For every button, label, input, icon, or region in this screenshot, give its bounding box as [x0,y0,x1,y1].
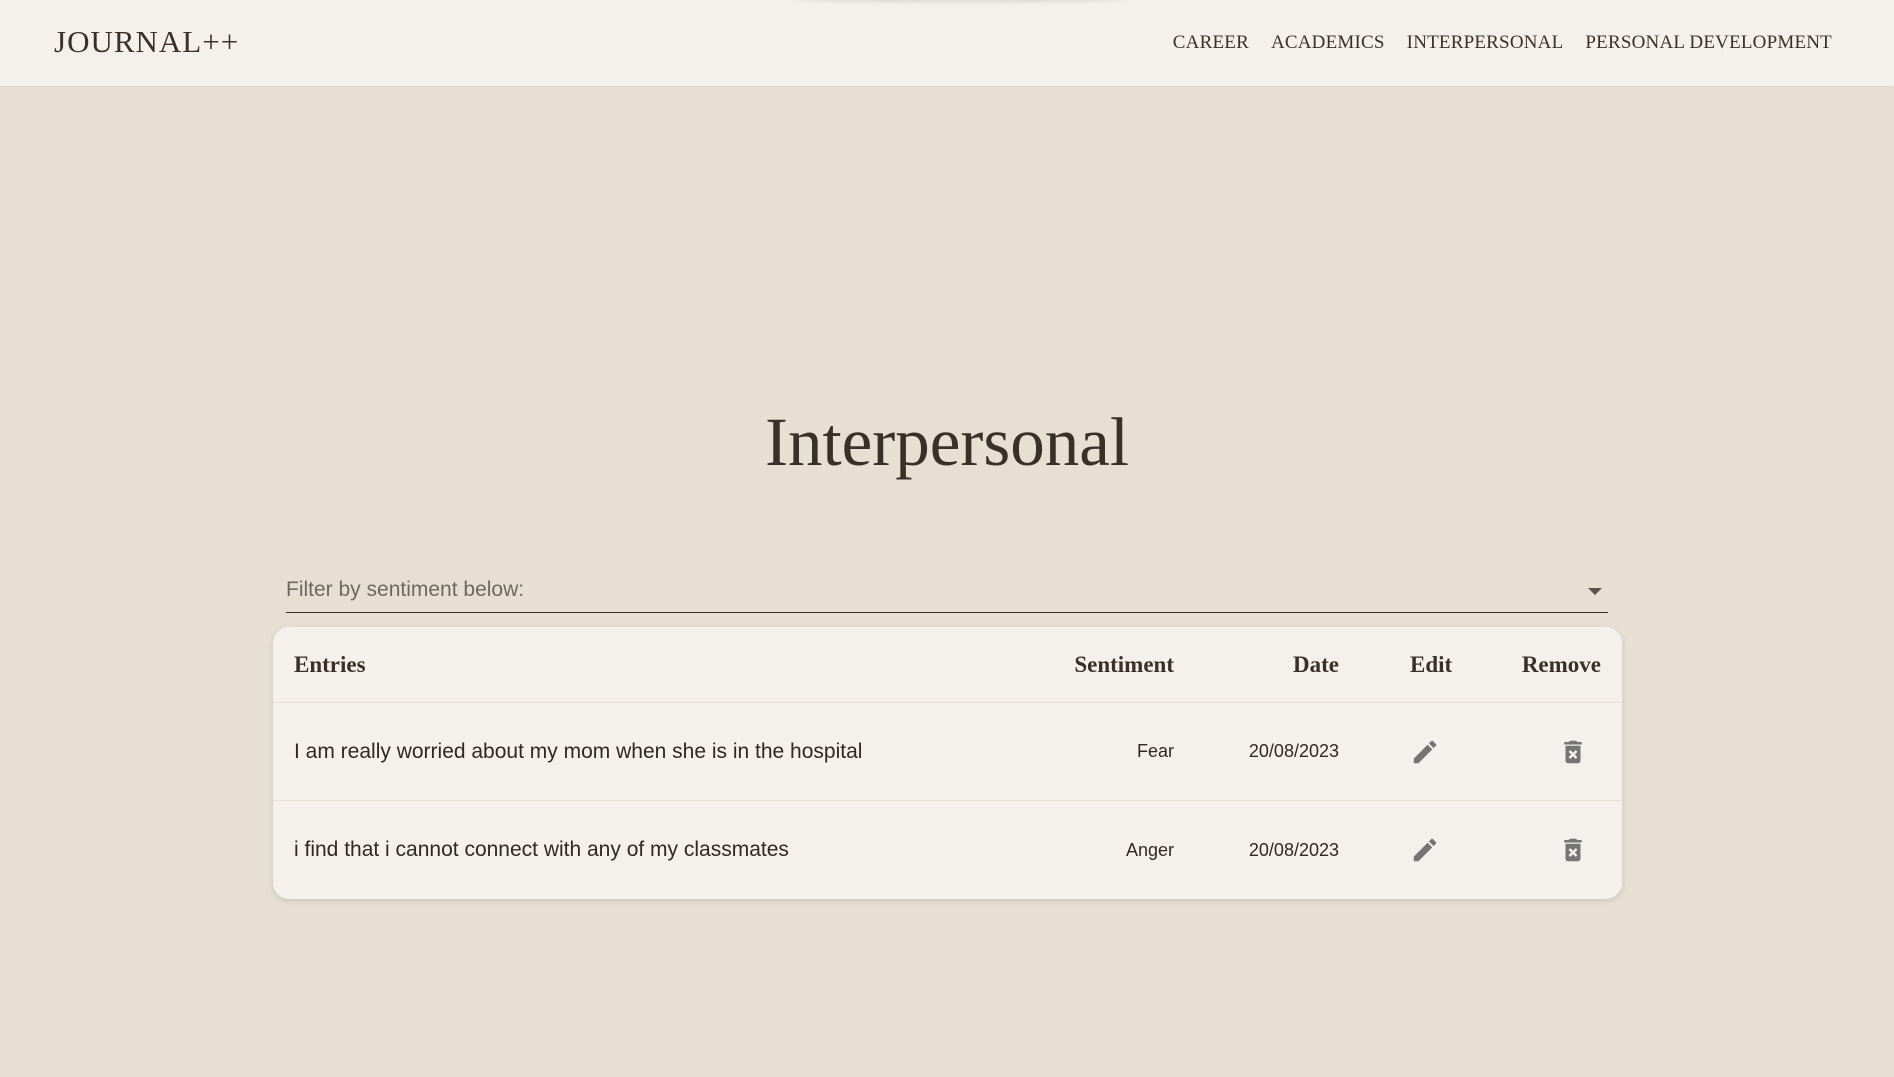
entry-date: 20/08/2023 [1248,741,1339,761]
entry-sentiment: Anger [1125,839,1174,860]
header-date: Date [1293,651,1339,677]
nav-item-personal-development[interactable]: PERSONAL DEVELOPMENT [1585,32,1832,54]
entries-table: Entries Sentiment Date Edit Remove I am … [273,627,1622,899]
sentiment-filter-label: Filter by sentiment below: [286,578,525,601]
trash-icon[interactable] [1558,835,1588,865]
caret-down-icon[interactable] [1588,588,1602,595]
page-title: Interpersonal [764,404,1129,480]
entry-text: i find that i cannot connect with any of… [294,838,789,861]
header-sentiment: Sentiment [1074,651,1174,677]
brand-logo[interactable]: JOURNAL++ [54,24,239,60]
entry-text: I am really worried about my mom when sh… [294,739,863,763]
header-edit: Edit [1410,651,1453,677]
entry-date: 20/08/2023 [1248,839,1339,860]
navbar-shadow-decoration [790,0,1130,2]
header-entries: Entries [294,651,366,677]
pencil-icon[interactable] [1410,737,1440,767]
sentiment-filter-select[interactable]: Filter by sentiment below: [286,574,1608,613]
trash-icon[interactable] [1558,737,1588,767]
entry-sentiment: Fear [1136,741,1174,761]
header-remove: Remove [1521,651,1601,677]
nav-item-interpersonal[interactable]: INTERPERSONAL [1407,32,1564,54]
pencil-icon[interactable] [1410,835,1440,865]
table-row: i find that i cannot connect with any of… [273,801,1622,899]
top-navbar: JOURNAL++ CAREER ACADEMICS INTERPERSONAL… [0,0,1894,86]
table-header-row: Entries Sentiment Date Edit Remove [273,627,1622,703]
nav-item-academics[interactable]: ACADEMICS [1271,32,1385,54]
table-row: I am really worried about my mom when sh… [273,703,1622,801]
nav-links: CAREER ACADEMICS INTERPERSONAL PERSONAL … [1173,32,1832,54]
nav-item-career[interactable]: CAREER [1173,32,1249,54]
